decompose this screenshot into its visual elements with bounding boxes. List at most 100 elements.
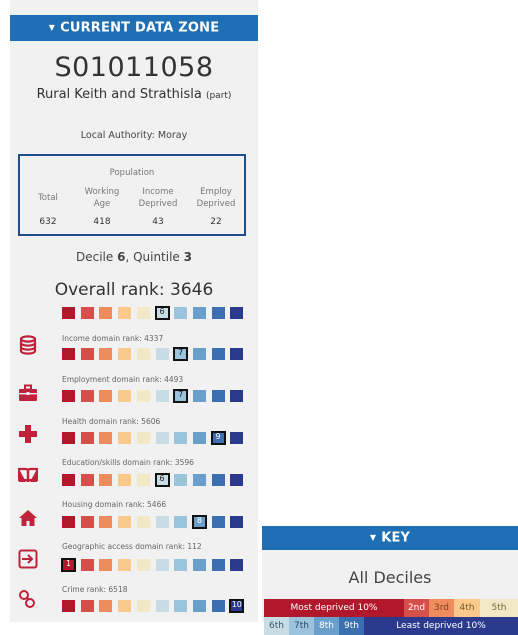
decile-square [211, 559, 225, 571]
zone-name-text: Rural Keith and Strathisla [36, 87, 202, 102]
decile-square [211, 348, 225, 360]
decile-square [230, 516, 244, 528]
decile-square [99, 348, 113, 360]
selected-decile-marker: 10 [229, 599, 245, 613]
key-least-deprived: Least deprived 10% [364, 617, 518, 635]
decile-square [230, 390, 244, 402]
key-decile-5: 5th [480, 599, 518, 617]
decile-square [99, 432, 113, 444]
key-row-top: Most deprived 10% 2nd 3rd 4th 5th [264, 599, 518, 617]
decile-square [80, 559, 94, 571]
domain-rank-label: Employment domain rank: 4493 [62, 375, 184, 384]
header-label: CURRENT DATA ZONE [60, 20, 220, 36]
decile-square [136, 307, 150, 319]
domain-rank-label: Geographic access domain rank: 112 [62, 542, 202, 551]
data-zone-panel: ▼ CURRENT DATA ZONE S01011058 Rural Keith… [10, 0, 258, 622]
key-decile-4: 4th [454, 599, 480, 617]
house-icon [19, 510, 37, 526]
decile-quintile: Decile 6, Quintile 3 [75, 250, 192, 264]
decile-square [118, 474, 132, 486]
decile-square [80, 348, 94, 360]
key-decile-8: 8th [314, 617, 339, 635]
decile-square [192, 348, 206, 360]
decile-square [174, 559, 188, 571]
decile-square [136, 559, 150, 571]
decile-square [62, 307, 75, 319]
local-authority: Local Authority: Moray [80, 130, 188, 141]
decile-square [192, 390, 206, 402]
decile-square [192, 474, 206, 486]
decile-square [155, 432, 169, 444]
decile-square [136, 474, 150, 486]
domain-rank-label: Housing domain rank: 5466 [62, 500, 167, 509]
selected-decile-marker: 6 [154, 306, 170, 320]
decile-square [230, 307, 244, 319]
decile-square [136, 432, 150, 444]
key-most-deprived: Most deprived 10% [264, 599, 404, 617]
decile-square [230, 432, 244, 444]
health-cross-icon [19, 425, 37, 443]
caret-down-icon: ▼ [48, 23, 56, 32]
key-decile-6: 6th [264, 617, 289, 635]
selected-decile-marker: 7 [173, 389, 189, 403]
key-decile-7: 7th [289, 617, 314, 635]
zone-name-suffix: (part) [205, 91, 232, 101]
decile-square [80, 516, 94, 528]
database-icon [19, 335, 37, 355]
population-title: Population [109, 168, 155, 178]
decile-square [174, 516, 188, 528]
decile-square [230, 474, 244, 486]
decile-square [155, 390, 169, 402]
pop-employ-deprived-value: 22 [210, 217, 222, 227]
decile-square [80, 600, 94, 612]
decile-square [211, 600, 225, 612]
pop-col-label: Working Age [84, 187, 120, 209]
overall-rank: Overall rank: 3646 [54, 280, 214, 300]
key-decile-2: 2nd [404, 599, 429, 617]
decile-square [62, 348, 75, 360]
briefcase-icon [19, 384, 37, 401]
decile-square [211, 390, 225, 402]
decile-square [99, 474, 113, 486]
key-header-label: KEY [381, 530, 411, 546]
pop-total-value: 632 [39, 217, 57, 227]
pop-income-deprived-value: 43 [152, 217, 164, 227]
zone-code: S01011058 [54, 52, 214, 83]
selected-decile-marker: 1 [61, 558, 76, 572]
decile-square [62, 600, 75, 612]
key-header[interactable]: ▼ KEY [262, 526, 518, 550]
decile-square [230, 348, 244, 360]
decile-square [118, 432, 132, 444]
decile-square [174, 307, 188, 319]
selected-decile-marker: 9 [210, 431, 226, 445]
decile-square [174, 600, 188, 612]
selected-decile-marker: 8 [191, 515, 207, 529]
key-row-bottom: 6th 7th 8th 9th Least deprived 10% [264, 617, 518, 635]
decile-square [99, 600, 113, 612]
decile-square [155, 600, 169, 612]
handcuffs-icon [19, 590, 35, 608]
key-decile-9: 9th [339, 617, 364, 635]
pop-col-label: Income Deprived [138, 187, 178, 209]
population-box: Population Total Working Age Income Depriv… [18, 154, 246, 236]
decile-square [211, 474, 225, 486]
decile-square [192, 600, 206, 612]
decile-square [230, 559, 244, 571]
current-data-zone-header[interactable]: ▼ CURRENT DATA ZONE [10, 15, 258, 41]
decile-square [211, 307, 225, 319]
decile-square [174, 432, 188, 444]
decile-square [118, 516, 132, 528]
decile-square [136, 516, 150, 528]
key-decile-3: 3rd [429, 599, 454, 617]
decile-square [118, 307, 132, 319]
decile-square [192, 559, 206, 571]
decile-square [155, 516, 169, 528]
decile-square [155, 348, 169, 360]
exit-arrow-icon [18, 549, 38, 569]
decile-square [80, 390, 94, 402]
decile-square [155, 559, 169, 571]
decile-square [80, 432, 94, 444]
domain-rank-label: Education/skills domain rank: 3596 [62, 458, 194, 467]
pop-col-label: Employ Deprived [196, 187, 236, 209]
decile-square [136, 600, 150, 612]
